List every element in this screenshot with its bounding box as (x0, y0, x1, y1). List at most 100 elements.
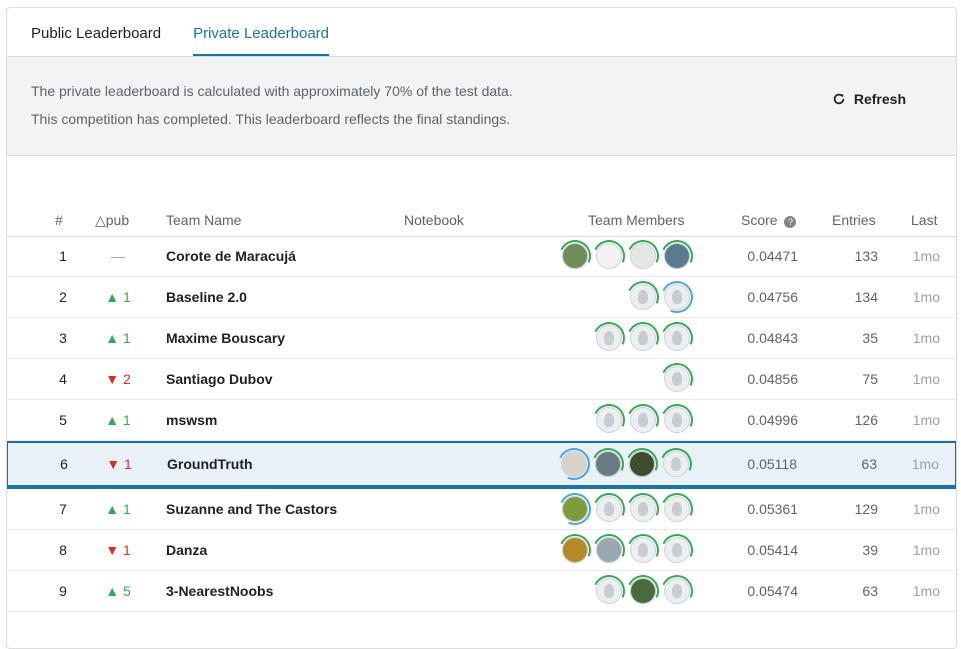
default-avatar-icon (604, 502, 614, 516)
row-last: 1mo (912, 248, 940, 264)
col-score-label: Score (741, 212, 778, 228)
row-entries: 63 (862, 583, 878, 599)
row-entries: 133 (854, 248, 878, 264)
row-score: 0.05118 (747, 456, 797, 472)
leaderboard-panel: Public Leaderboard Private Leaderboard T… (6, 7, 957, 649)
avatar[interactable] (561, 451, 587, 477)
row-score: 0.05361 (747, 501, 798, 517)
team-members (596, 407, 690, 433)
avatar[interactable] (630, 325, 656, 351)
tab-public-leaderboard[interactable]: Public Leaderboard (31, 24, 161, 56)
table-row[interactable]: 3 ▲ 1 Maxime Bouscary 0.04843 35 1mo (7, 318, 956, 359)
row-team-name[interactable]: GroundTruth (167, 456, 253, 472)
table-row[interactable]: 7 ▲ 1 Suzanne and The Castors 0.05361 12… (7, 489, 956, 530)
help-icon[interactable]: ? (784, 216, 797, 228)
row-rank: 1 (59, 248, 67, 264)
row-team-name[interactable]: Maxime Bouscary (166, 330, 285, 346)
row-team-name[interactable]: Danza (166, 542, 207, 558)
avatar[interactable] (664, 243, 690, 269)
team-members (630, 284, 690, 310)
table-row[interactable]: 9 ▲ 5 3-NearestNoobs 0.05474 63 1mo (7, 571, 956, 612)
default-avatar-icon (672, 502, 682, 516)
avatar[interactable] (630, 243, 656, 269)
table-row[interactable]: 2 ▲ 1 Baseline 2.0 0.04756 134 1mo (7, 277, 956, 318)
row-team-name[interactable]: 3-NearestNoobs (166, 583, 273, 599)
row-entries: 129 (854, 501, 878, 517)
avatar[interactable] (629, 451, 655, 477)
avatar[interactable] (596, 537, 622, 563)
team-members (561, 451, 689, 477)
col-notebook: Notebook (404, 212, 464, 228)
avatar[interactable] (596, 496, 622, 522)
avatar[interactable] (562, 496, 588, 522)
avatar[interactable] (630, 496, 656, 522)
avatar[interactable] (630, 578, 656, 604)
avatar[interactable] (630, 407, 656, 433)
row-last: 1mo (912, 412, 940, 428)
row-rank: 7 (59, 501, 67, 517)
table-row[interactable]: 8 ▼ 1 Danza 0.05414 39 1mo (7, 530, 956, 571)
refresh-button[interactable]: Refresh (832, 91, 906, 107)
avatar[interactable] (664, 366, 690, 392)
avatar[interactable] (595, 451, 621, 477)
table-row[interactable]: 1 — Corote de Maracujá 0.04471 133 1mo (7, 236, 956, 277)
col-score[interactable]: Score ? (741, 212, 797, 228)
default-avatar-icon (672, 331, 682, 345)
col-last[interactable]: Last (911, 212, 937, 228)
avatar[interactable] (596, 407, 622, 433)
team-members (562, 496, 690, 522)
row-rank: 8 (59, 542, 67, 558)
row-last: 1mo (912, 583, 940, 599)
row-rank: 4 (59, 371, 67, 387)
row-delta: ▼ 1 (105, 542, 131, 558)
col-rank[interactable]: # (55, 212, 63, 228)
leaderboard-notice: The private leaderboard is calculated wi… (7, 56, 956, 156)
team-members (596, 325, 690, 351)
avatar[interactable] (630, 284, 656, 310)
avatar[interactable] (596, 243, 622, 269)
row-delta: ▲ 1 (105, 289, 131, 305)
avatar[interactable] (596, 578, 622, 604)
avatar[interactable] (664, 537, 690, 563)
refresh-label: Refresh (853, 91, 906, 107)
row-team-name[interactable]: Santiago Dubov (166, 371, 273, 387)
row-last: 1mo (912, 371, 940, 387)
row-team-name[interactable]: Corote de Maracujá (166, 248, 296, 264)
col-entries[interactable]: Entries (832, 212, 876, 228)
row-team-name[interactable]: mswsm (166, 412, 217, 428)
default-avatar-icon (672, 413, 682, 427)
avatar[interactable] (664, 284, 690, 310)
row-last: 1mo (911, 456, 939, 472)
table-row[interactable]: 4 ▼ 2 Santiago Dubov 0.04856 75 1mo (7, 359, 956, 400)
avatar[interactable] (596, 325, 622, 351)
avatar[interactable] (664, 325, 690, 351)
row-last: 1mo (912, 289, 940, 305)
avatar[interactable] (664, 496, 690, 522)
row-rank: 2 (59, 289, 67, 305)
tab-private-leaderboard[interactable]: Private Leaderboard (193, 24, 330, 56)
avatar[interactable] (562, 243, 588, 269)
col-team-name[interactable]: Team Name (166, 212, 241, 228)
table-row[interactable]: 5 ▲ 1 mswsm 0.04996 126 1mo (7, 400, 956, 441)
default-avatar-icon (638, 413, 648, 427)
avatar[interactable] (664, 578, 690, 604)
row-rank: 6 (60, 456, 68, 472)
row-rank: 5 (59, 412, 67, 428)
row-team-name[interactable]: Suzanne and The Castors (166, 501, 337, 517)
row-score: 0.04471 (747, 248, 798, 264)
row-entries: 126 (854, 412, 878, 428)
col-team-members: Team Members (588, 212, 685, 228)
row-score: 0.04756 (747, 289, 798, 305)
avatar[interactable] (630, 537, 656, 563)
table-row-current-team[interactable]: 6 ▼ 1 GroundTruth 0.05118 63 1mo (7, 441, 956, 489)
row-team-name[interactable]: Baseline 2.0 (166, 289, 247, 305)
row-last: 1mo (912, 330, 940, 346)
avatar[interactable] (664, 407, 690, 433)
row-delta: — (111, 248, 125, 264)
avatar[interactable] (663, 451, 689, 477)
avatar[interactable] (562, 537, 588, 563)
row-score: 0.04856 (747, 371, 798, 387)
col-delta-pub[interactable]: △pub (95, 212, 129, 229)
row-entries: 63 (861, 456, 877, 472)
default-avatar-icon (671, 457, 681, 471)
